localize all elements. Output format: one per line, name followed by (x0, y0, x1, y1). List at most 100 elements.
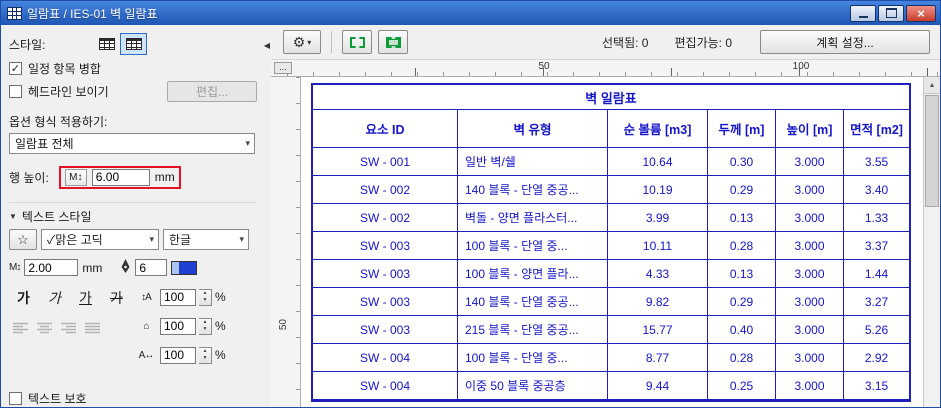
line-spacing-stepper[interactable]: ▲ ▼ (199, 288, 212, 306)
font-favorites-button[interactable]: ☆ (9, 229, 37, 250)
table-cell[interactable]: SW - 002 (313, 204, 458, 232)
show-selection-button[interactable] (378, 30, 408, 54)
table-cell[interactable]: 일반 벽/쉘 (458, 148, 608, 176)
char-width-input[interactable] (160, 317, 196, 335)
table-cell[interactable]: 4.33 (608, 260, 708, 288)
table-cell[interactable]: 140 블록 - 단열 중공... (458, 288, 608, 316)
table-cell[interactable]: 3.000 (776, 316, 844, 344)
table-cell[interactable]: 100 블록 - 양면 플라... (458, 260, 608, 288)
line-spacing-input[interactable] (160, 288, 196, 306)
select-elements-button[interactable] (342, 30, 372, 54)
align-center-icon[interactable] (36, 321, 53, 334)
spin-up-icon[interactable]: ▲ (199, 348, 211, 356)
spin-up-icon[interactable]: ▲ (199, 319, 211, 327)
spin-up-icon[interactable]: ▲ (199, 290, 211, 298)
table-cell[interactable]: 10.19 (608, 176, 708, 204)
bold-button[interactable]: 가 (9, 284, 38, 312)
font-select[interactable]: ✓맑은 고딕 ▾ (41, 229, 159, 250)
table-cell[interactable]: 벽돌 - 양면 플라스터... (458, 204, 608, 232)
table-cell[interactable]: SW - 001 (313, 148, 458, 176)
underline-button[interactable]: 가 (71, 284, 100, 312)
table-cell[interactable]: 0.13 (708, 204, 776, 232)
table-cell[interactable]: 3.000 (776, 288, 844, 316)
text-style-section-header[interactable]: ▼ 텍스트 스타일 (9, 202, 257, 225)
char-width-stepper[interactable]: ▲ ▼ (199, 317, 212, 335)
plan-settings-button[interactable]: 계획 설정... (760, 30, 930, 54)
collapse-panel-icon[interactable]: ◀ (264, 41, 270, 407)
table-cell[interactable]: SW - 003 (313, 316, 458, 344)
header-cell[interactable]: 순 볼륨 [m3] (608, 110, 708, 148)
merge-items-checkbox[interactable]: ✓ (9, 62, 22, 75)
scroll-up-button[interactable]: ▲ (924, 77, 940, 94)
table-cell[interactable]: 3.000 (776, 372, 844, 400)
table-cell[interactable]: 15.77 (608, 316, 708, 344)
table-cell[interactable]: 8.77 (608, 344, 708, 372)
table-cell[interactable]: 3.000 (776, 204, 844, 232)
align-left-icon[interactable] (12, 321, 29, 334)
scheme-select[interactable]: 일람표 전체 ▾ (9, 133, 255, 154)
align-right-icon[interactable] (60, 321, 77, 334)
titlebar[interactable]: 일람표 / IES-01 벽 일람표 × (1, 1, 940, 25)
table-cell[interactable]: 3.000 (776, 232, 844, 260)
ruler-corner-button[interactable]: ... (274, 62, 292, 74)
table-cell[interactable]: 3.000 (776, 344, 844, 372)
close-button[interactable]: × (906, 4, 936, 22)
panel-splitter[interactable]: ◀ (263, 25, 271, 407)
table-cell[interactable]: 9.44 (608, 372, 708, 400)
table-cell[interactable]: 0.28 (708, 232, 776, 260)
style-compact-button[interactable] (93, 33, 120, 55)
table-cell[interactable]: 0.13 (708, 260, 776, 288)
header-cell[interactable]: 높이 [m] (776, 110, 844, 148)
script-select[interactable]: 한글 ▾ (163, 229, 249, 250)
align-justify-icon[interactable] (84, 321, 101, 334)
spin-down-icon[interactable]: ▼ (199, 297, 211, 305)
header-cell[interactable]: 요소 ID (313, 110, 458, 148)
table-cell[interactable]: SW - 003 (313, 260, 458, 288)
table-cell[interactable]: 100 블록 - 단열 중... (458, 232, 608, 260)
table-cell[interactable]: 0.28 (708, 344, 776, 372)
minimize-button[interactable] (850, 4, 876, 22)
table-cell[interactable]: 3.15 (844, 372, 909, 400)
table-cell[interactable]: 0.30 (708, 148, 776, 176)
pen-color-swatch[interactable] (171, 260, 198, 275)
char-spacing-input[interactable] (160, 346, 196, 364)
table-cell[interactable]: 9.82 (608, 288, 708, 316)
table-cell[interactable]: 3.000 (776, 176, 844, 204)
header-cell[interactable]: 벽 유형 (458, 110, 608, 148)
table-cell[interactable]: SW - 003 (313, 288, 458, 316)
font-size-input[interactable] (24, 259, 79, 276)
header-cell[interactable]: 면적 [m2] (844, 110, 909, 148)
table-cell[interactable]: SW - 003 (313, 232, 458, 260)
table-cell[interactable]: SW - 002 (313, 176, 458, 204)
settings-menu-button[interactable]: ⚙ ▾ (283, 30, 321, 54)
table-cell[interactable]: 3.99 (608, 204, 708, 232)
schedule-canvas[interactable]: 벽 일람표 요소 ID 벽 유형 순 볼륨 [m3] 두께 [m] 높이 [m]… (301, 77, 923, 407)
maximize-button[interactable] (878, 4, 904, 22)
table-cell[interactable]: 0.40 (708, 316, 776, 344)
table-title[interactable]: 벽 일람표 (313, 85, 909, 110)
table-cell[interactable]: 100 블록 - 단열 중... (458, 344, 608, 372)
table-cell[interactable]: 140 블록 - 단열 중공... (458, 176, 608, 204)
style-grid-button[interactable] (120, 33, 148, 55)
table-cell[interactable]: SW - 004 (313, 344, 458, 372)
char-spacing-stepper[interactable]: ▲ ▼ (199, 346, 212, 364)
pen-number-input[interactable] (135, 259, 168, 276)
header-cell[interactable]: 두께 [m] (708, 110, 776, 148)
protect-text-checkbox[interactable] (9, 392, 22, 405)
italic-button[interactable]: 가 (40, 284, 69, 312)
vertical-scrollbar[interactable]: ▲ (923, 77, 940, 407)
spin-down-icon[interactable]: ▼ (199, 326, 211, 334)
table-cell[interactable]: 1.44 (844, 260, 909, 288)
scrollbar-thumb[interactable] (925, 95, 939, 207)
table-cell[interactable]: 3.55 (844, 148, 909, 176)
table-cell[interactable]: 1.33 (844, 204, 909, 232)
table-cell[interactable]: 0.29 (708, 288, 776, 316)
table-cell[interactable]: 215 블록 - 단열 중공... (458, 316, 608, 344)
table-cell[interactable]: SW - 004 (313, 372, 458, 400)
table-cell[interactable]: 3.000 (776, 148, 844, 176)
spin-down-icon[interactable]: ▼ (199, 355, 211, 363)
table-cell[interactable]: 0.29 (708, 176, 776, 204)
table-cell[interactable]: 3.40 (844, 176, 909, 204)
table-cell[interactable]: 5.26 (844, 316, 909, 344)
table-cell[interactable]: 10.64 (608, 148, 708, 176)
